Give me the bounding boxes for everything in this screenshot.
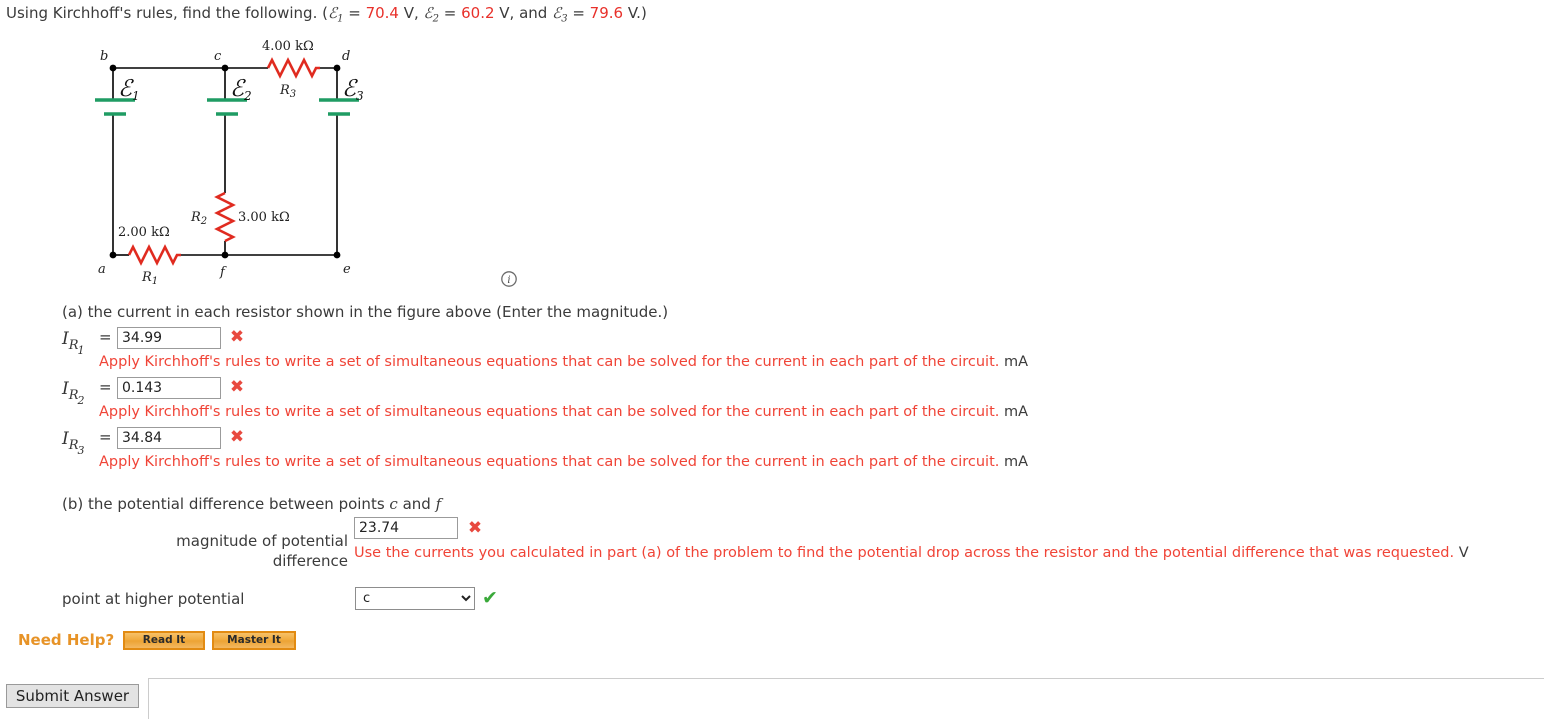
- node-e-dot: [333, 251, 341, 259]
- question-lead: Using Kirchhoff's rules, find the follow…: [6, 4, 318, 22]
- r2-name-label: R2: [190, 210, 207, 227]
- r2-value-label: 3.00 kΩ: [238, 210, 290, 225]
- current-r2-equals: =: [99, 378, 112, 396]
- current-r1-nsub: 1: [77, 344, 85, 357]
- emf2-unit: V, and: [494, 4, 553, 22]
- current-r3-hint-text: Apply Kirchhoff's rules to write a set o…: [99, 454, 1000, 470]
- need-help-label: Need Help?: [18, 631, 115, 649]
- magnitude-incorrect-icon: ✖: [467, 518, 483, 538]
- magnitude-field-label-line2: difference: [272, 552, 348, 570]
- emf3-unit: V.): [623, 4, 647, 22]
- node-label-b: b: [100, 49, 108, 64]
- part-b-prompt-mid: and: [397, 495, 436, 513]
- r3-name-label: R3: [279, 83, 296, 100]
- current-r3-input[interactable]: [117, 427, 221, 449]
- emf2-value: 60.2: [461, 4, 495, 22]
- emf2-equals: =: [439, 4, 462, 22]
- current-r2-hint-text: Apply Kirchhoff's rules to write a set o…: [99, 404, 1000, 420]
- current-r1-hint: Apply Kirchhoff's rules to write a set o…: [99, 354, 1028, 370]
- higher-potential-label: point at higher potential: [62, 590, 245, 608]
- circuit-figure: b c d a f e ℰ1 ℰ2 ℰ3 4.00 kΩ R3 2.00 kΩ …: [70, 38, 530, 288]
- current-r3-unit: mA: [1003, 454, 1029, 470]
- node-label-f: f: [219, 265, 227, 280]
- emf3-equals: =: [567, 4, 590, 22]
- node-label-a: a: [98, 262, 106, 277]
- emf3-symbol: ℰ: [552, 4, 562, 22]
- part-a-prompt: (a) the current in each resistor shown i…: [62, 303, 669, 321]
- current-r2-nsub: 2: [77, 394, 85, 407]
- emf1-unit: V,: [398, 4, 424, 22]
- current-r3-symbol: I: [62, 429, 69, 449]
- current-r1-label: IR1: [62, 329, 86, 357]
- r1-value-label: 2.00 kΩ: [118, 225, 170, 240]
- current-r2-incorrect-icon: ✖: [229, 377, 245, 397]
- node-f-dot: [221, 251, 229, 259]
- current-r1-equals: =: [99, 328, 112, 346]
- node-label-d: d: [342, 49, 350, 64]
- current-r2-unit: mA: [1003, 404, 1029, 420]
- part-b-point-c: c: [389, 495, 398, 513]
- magnitude-field-label: magnitude of potential difference: [100, 531, 348, 571]
- emf3-value: 79.6: [589, 4, 624, 22]
- current-r2-symbol: I: [62, 379, 69, 399]
- node-b-dot: [109, 64, 117, 72]
- emf2-figure-label: ℰ2: [230, 76, 252, 103]
- emf1-equals: =: [343, 4, 366, 22]
- bottom-panel: [148, 678, 1544, 719]
- part-b-prompt: (b) the potential difference between poi…: [62, 495, 441, 513]
- battery-emf3-symbol: [319, 98, 359, 116]
- magnitude-hint: Use the currents you calculated in part …: [354, 543, 1534, 563]
- battery-emf2-symbol: [207, 98, 247, 116]
- current-r1-symbol: I: [62, 329, 69, 349]
- read-it-button[interactable]: Read It: [123, 631, 205, 650]
- emf3-figure-label: ℰ3: [342, 76, 364, 103]
- master-it-button[interactable]: Master It: [212, 631, 296, 650]
- r3-value-label: 4.00 kΩ: [262, 39, 314, 54]
- current-r1-hint-text: Apply Kirchhoff's rules to write a set o…: [99, 354, 1000, 370]
- part-b-prompt-pre: (b) the potential difference between poi…: [62, 495, 390, 513]
- current-r3-equals: =: [99, 428, 112, 446]
- battery-emf1-symbol: [95, 98, 135, 116]
- node-label-c: c: [214, 49, 222, 64]
- node-d-dot: [333, 64, 341, 72]
- r1-name-label: R1: [141, 270, 158, 287]
- current-r3-label: IR3: [62, 429, 86, 457]
- current-r3-incorrect-icon: ✖: [229, 427, 245, 447]
- current-r3-nsub: 3: [77, 444, 85, 457]
- magnitude-input[interactable]: [354, 517, 458, 539]
- circuit-diagram-svg: b c d a f e ℰ1 ℰ2 ℰ3 4.00 kΩ R3 2.00 kΩ …: [95, 39, 364, 287]
- node-c-dot: [221, 64, 229, 72]
- magnitude-hint-text: Use the currents you calculated in part …: [354, 545, 1455, 561]
- emf2-symbol: ℰ: [423, 4, 433, 22]
- magnitude-unit: V: [1458, 545, 1469, 561]
- question-stem: Using Kirchhoff's rules, find the follow…: [6, 4, 647, 25]
- resistor-r1-symbol: [127, 244, 181, 266]
- part-b-point-f: f: [435, 495, 442, 513]
- current-r2-input[interactable]: [117, 377, 221, 399]
- submit-answer-button[interactable]: Submit Answer: [6, 684, 139, 708]
- current-r3-hint: Apply Kirchhoff's rules to write a set o…: [99, 454, 1028, 470]
- current-r2-label: IR2: [62, 379, 86, 407]
- current-r1-incorrect-icon: ✖: [229, 327, 245, 347]
- node-label-e: e: [343, 262, 351, 277]
- emf1-figure-label: ℰ1: [118, 76, 140, 103]
- current-r1-input[interactable]: [117, 327, 221, 349]
- emf1-symbol: ℰ: [327, 4, 338, 22]
- info-circle-icon[interactable]: i: [500, 270, 518, 288]
- resistor-r2-symbol: [214, 191, 236, 243]
- resistor-r3-symbol: [266, 57, 320, 79]
- node-a-dot: [109, 251, 117, 259]
- svg-text:i: i: [507, 275, 510, 286]
- current-r1-unit: mA: [1003, 354, 1029, 370]
- higher-potential-correct-icon: ✔: [482, 587, 498, 609]
- current-r2-hint: Apply Kirchhoff's rules to write a set o…: [99, 404, 1028, 420]
- higher-potential-select[interactable]: c: [355, 587, 475, 610]
- emf1-value: 70.4: [365, 4, 399, 22]
- magnitude-field-label-line1: magnitude of potential: [176, 532, 348, 550]
